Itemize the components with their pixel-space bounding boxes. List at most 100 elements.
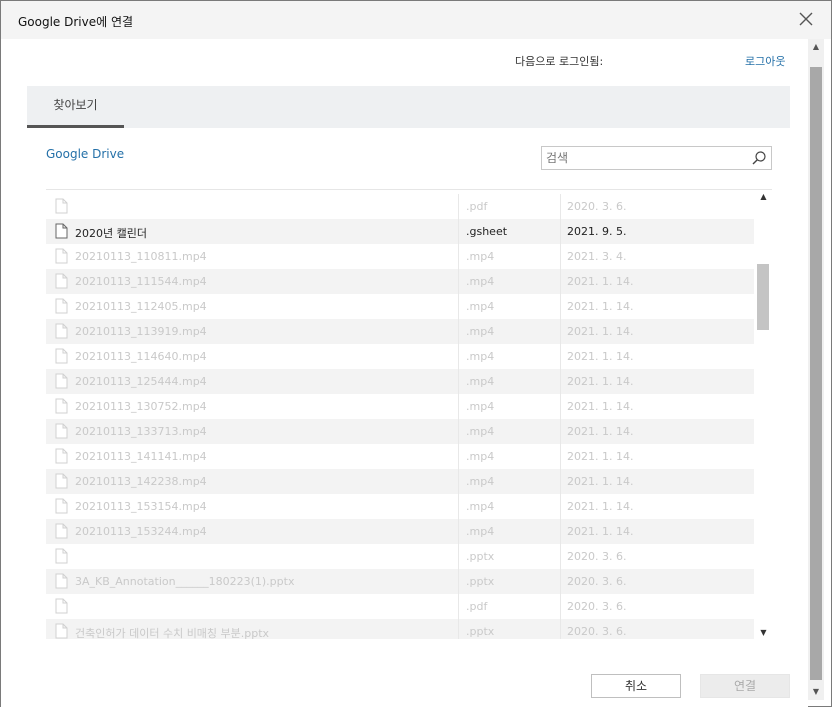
file-row[interactable]: 20210113_110811.mp4 .mp4 2021. 3. 4. (46, 244, 754, 269)
file-name: 20210113_133713.mp4 (75, 425, 207, 438)
file-icon (55, 273, 68, 289)
file-date: 2021. 1. 14. (567, 525, 634, 538)
connect-button[interactable]: 연결 (700, 674, 790, 698)
file-row[interactable]: 20210113_112405.mp4 .mp4 2021. 1. 14. (46, 294, 754, 319)
file-name: 20210113_130752.mp4 (75, 400, 207, 413)
file-name: 20210113_113919.mp4 (75, 325, 207, 338)
file-icon (55, 573, 68, 589)
column-divider (560, 269, 561, 294)
file-name: 20210113_125444.mp4 (75, 375, 207, 388)
file-list: 건축인허가 데이터 수치 비매칭 부분.pptx .pptx 2020. 3. 6.… (46, 189, 772, 639)
file-name: 3A_KB_Annotation______180223(1).pptx (75, 575, 295, 588)
column-divider (560, 519, 561, 544)
file-row[interactable]: 20210113_125444.mp4 .mp4 2021. 1. 14. (46, 369, 754, 394)
file-row[interactable]: 20210113_113919.mp4 .mp4 2021. 1. 14. (46, 319, 754, 344)
search-icon[interactable] (751, 150, 767, 166)
file-name: 20210113_110811.mp4 (75, 250, 207, 263)
file-date: 2021. 1. 14. (567, 375, 634, 388)
file-date: 2021. 3. 4. (567, 250, 627, 263)
file-icon (55, 473, 68, 489)
file-extension: .mp4 (466, 450, 495, 463)
file-date: 2021. 1. 14. (567, 400, 634, 413)
file-extension: .mp4 (466, 325, 495, 338)
dialog-scroll-down-arrow[interactable]: ▼ (808, 684, 824, 700)
file-row[interactable]: .pdf 2020. 3. 6. (46, 594, 754, 619)
file-extension: .mp4 (466, 375, 495, 388)
column-divider (458, 319, 459, 344)
file-date: 2021. 1. 14. (567, 425, 634, 438)
file-list-scrollbar[interactable]: ▲ ▼ (755, 190, 772, 639)
file-extension: .mp4 (466, 425, 495, 438)
file-icon (55, 598, 68, 614)
file-row[interactable]: 20210113_141141.mp4 .mp4 2021. 1. 14. (46, 444, 754, 469)
file-name: 20210113_153154.mp4 (75, 500, 207, 513)
file-extension: .mp4 (466, 350, 495, 363)
file-extension: .mp4 (466, 400, 495, 413)
file-extension: .pptx (466, 575, 495, 588)
column-divider (458, 569, 459, 594)
file-icon (55, 623, 68, 639)
file-icon (55, 423, 68, 439)
column-divider (560, 469, 561, 494)
column-divider (458, 419, 459, 444)
file-row[interactable]: 건축인허가 데이터 수치 비매칭 부분.pptx .pptx 2020. 3. 6. (46, 619, 754, 639)
file-row[interactable]: 20210113_111544.mp4 .mp4 2021. 1. 14. (46, 269, 754, 294)
file-date: 2021. 1. 14. (567, 500, 634, 513)
file-date: 2020. 3. 6. (567, 625, 627, 638)
column-divider (458, 469, 459, 494)
column-divider (560, 619, 561, 639)
scroll-down-arrow[interactable]: ▼ (755, 626, 772, 639)
file-extension: .pptx (466, 550, 495, 563)
column-divider (458, 219, 459, 244)
dialog-scrollbar-thumb[interactable] (810, 67, 822, 680)
file-row[interactable]: 20210113_114640.mp4 .mp4 2021. 1. 14. (46, 344, 754, 369)
search-input[interactable] (546, 149, 746, 167)
scrollbar-thumb[interactable] (757, 264, 769, 330)
column-divider (560, 444, 561, 469)
file-icon (55, 223, 68, 239)
column-divider (560, 219, 561, 244)
file-date: 2021. 9. 5. (567, 225, 627, 238)
column-divider (560, 294, 561, 319)
dialog-scrollbar[interactable]: ▲ ▼ (808, 39, 824, 700)
column-divider (458, 519, 459, 544)
search-box (541, 146, 772, 170)
column-divider (458, 344, 459, 369)
file-row[interactable]: 20210113_133713.mp4 .mp4 2021. 1. 14. (46, 419, 754, 444)
column-divider (560, 569, 561, 594)
file-date: 2021. 1. 14. (567, 300, 634, 313)
file-row[interactable]: 2020년 캘린더 .gsheet 2021. 9. 5. (46, 219, 754, 244)
cancel-button[interactable]: 취소 (591, 674, 681, 698)
file-row[interactable]: 20210113_130752.mp4 .mp4 2021. 1. 14. (46, 394, 754, 419)
column-divider (560, 594, 561, 619)
file-name: 20210113_114640.mp4 (75, 350, 207, 363)
file-name: 2020년 캘린더 (75, 227, 147, 240)
column-divider (560, 244, 561, 269)
file-date: 2020. 3. 6. (567, 575, 627, 588)
logout-link[interactable]: 로그아웃 (745, 53, 785, 69)
file-date: 2020. 3. 6. (567, 200, 627, 213)
file-icon (55, 348, 68, 364)
file-row[interactable]: .pdf 2020. 3. 6. (46, 194, 754, 219)
scroll-up-arrow[interactable]: ▲ (755, 190, 772, 204)
file-row[interactable]: .pptx 2020. 3. 6. (46, 544, 754, 569)
file-extension: .gsheet (466, 225, 508, 238)
file-row[interactable]: 3A_KB_Annotation______180223(1).pptx .ppt… (46, 569, 754, 594)
file-icon (55, 198, 68, 214)
window-title: Google Drive에 연결 (18, 15, 134, 29)
file-row[interactable]: 20210113_153244.mp4 .mp4 2021. 1. 14. (46, 519, 754, 544)
file-extension: .mp4 (466, 500, 495, 513)
tab-browse[interactable]: 찾아보기 (27, 86, 124, 128)
close-icon[interactable] (795, 8, 817, 30)
file-icon (55, 248, 68, 264)
file-name: 20210113_111544.mp4 (75, 275, 207, 288)
breadcrumb-google-drive[interactable]: Google Drive (46, 147, 124, 161)
column-divider (458, 394, 459, 419)
file-row[interactable]: 20210113_153154.mp4 .mp4 2021. 1. 14. (46, 494, 754, 519)
dialog-scroll-up-arrow[interactable]: ▲ (808, 39, 824, 55)
file-extension: .mp4 (466, 525, 495, 538)
file-row[interactable]: 20210113_142238.mp4 .mp4 2021. 1. 14. (46, 469, 754, 494)
file-date: 2021. 1. 14. (567, 275, 634, 288)
column-divider (560, 194, 561, 219)
column-divider (560, 394, 561, 419)
